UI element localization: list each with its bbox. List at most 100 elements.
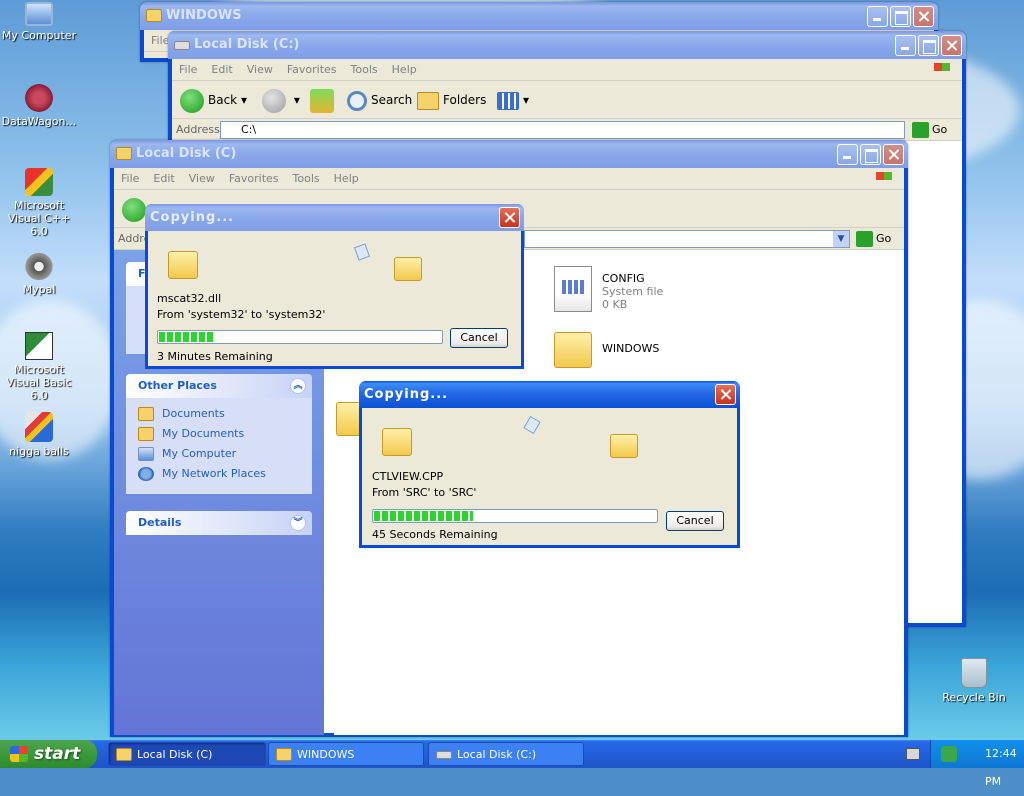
close-button[interactable] xyxy=(913,6,934,27)
folder-icon xyxy=(554,332,592,368)
folders-button[interactable]: Folders xyxy=(417,87,486,113)
minimize-button[interactable] xyxy=(895,35,916,56)
taskbar-item-local-disk-c[interactable]: Local Disk (C) xyxy=(108,742,266,766)
copy-dialog-mscat32[interactable]: Copying... mscat32.dll From 'system32' t… xyxy=(145,204,524,369)
copy-progress-bar xyxy=(372,509,658,523)
folder-icon xyxy=(116,147,132,160)
copy-dialog-ctlview[interactable]: Copying... CTLVIEW.CPP From 'SRC' to 'SR… xyxy=(359,381,740,548)
back-arrow-icon xyxy=(122,197,146,222)
menu-tools[interactable]: Tools xyxy=(286,168,327,190)
window-titlebar[interactable]: WINDOWS xyxy=(140,2,938,30)
go-label: Go xyxy=(876,232,892,245)
menu-edit[interactable]: Edit xyxy=(204,59,239,81)
source-folder-icon xyxy=(168,251,198,279)
desktop-icon-mypal[interactable]: Mypal xyxy=(0,250,79,296)
maximize-button[interactable] xyxy=(890,6,911,27)
collapse-chevron-icon[interactable]: ︽ xyxy=(290,378,306,394)
file-name: CONFIG xyxy=(602,272,645,285)
menu-file[interactable]: File xyxy=(114,168,146,190)
flying-document-icon xyxy=(523,415,541,435)
flying-document-icon xyxy=(353,243,371,261)
tray-update-icon[interactable] xyxy=(941,746,957,762)
close-button[interactable] xyxy=(941,35,962,56)
address-input[interactable]: ▼ xyxy=(524,230,850,248)
keyboard-tray-icon[interactable] xyxy=(906,748,920,760)
desktop-icon-visual-cpp[interactable]: Microsoft Visual C++ 6.0 xyxy=(0,168,79,238)
my-computer-icon xyxy=(25,2,53,26)
menu-help[interactable]: Help xyxy=(327,168,366,190)
link-label: My Network Places xyxy=(162,467,266,480)
dropdown-arrow-icon[interactable]: ▼ xyxy=(833,231,849,247)
up-folder-button[interactable] xyxy=(310,87,334,113)
file-item-config[interactable]: CONFIG System file 0 KB xyxy=(554,266,774,316)
progress-fill xyxy=(374,511,473,521)
expand-chevron-icon[interactable]: ︾ xyxy=(290,515,306,531)
window-titlebar[interactable]: Local Disk (C:) xyxy=(168,31,966,59)
close-button[interactable] xyxy=(883,144,904,165)
details-title: Details xyxy=(138,516,182,529)
close-button[interactable] xyxy=(499,207,520,228)
go-button[interactable]: Go xyxy=(856,230,891,248)
menu-favorites[interactable]: Favorites xyxy=(222,168,286,190)
link-label: My Computer xyxy=(162,447,237,460)
cancel-button[interactable]: Cancel xyxy=(666,511,724,531)
menu-file[interactable]: File xyxy=(172,59,204,81)
details-header[interactable]: Details ︾ xyxy=(126,511,312,535)
menu-tools[interactable]: Tools xyxy=(344,59,385,81)
desktop-icon-my-computer[interactable]: My Computer xyxy=(0,2,79,42)
taskbar-item-windows[interactable]: WINDOWS xyxy=(268,742,424,766)
file-size: 0 KB xyxy=(602,298,628,311)
search-icon xyxy=(347,90,367,111)
copy-progress-bar xyxy=(157,330,443,344)
maximize-button[interactable] xyxy=(860,144,881,165)
desktop-icon-visual-basic[interactable]: Microsoft Visual Basic 6.0 xyxy=(0,332,79,402)
menu-view[interactable]: View xyxy=(240,59,280,81)
desktop-icon-datawagon[interactable]: DataWagon… xyxy=(0,84,79,128)
minimize-button[interactable] xyxy=(867,6,888,27)
search-button[interactable]: Search xyxy=(347,87,412,113)
other-places-documents[interactable]: Documents xyxy=(126,404,312,424)
paint-brush-icon xyxy=(25,412,53,442)
progress-fill xyxy=(159,332,216,342)
start-button[interactable]: start xyxy=(0,740,97,768)
my-computer-icon xyxy=(138,447,154,461)
other-places-my-network-places[interactable]: My Network Places xyxy=(126,464,312,484)
desktop-icon-label: nigga balls xyxy=(9,445,69,458)
back-button[interactable]: Back ▾ xyxy=(180,87,247,113)
network-places-icon xyxy=(138,467,154,481)
desktop-icon-recycle-bin[interactable]: Recycle Bin xyxy=(934,658,1014,704)
taskbar-item-local-disk-c-colon[interactable]: Local Disk (C:) xyxy=(428,742,584,766)
other-places-my-computer[interactable]: My Computer xyxy=(126,444,312,464)
cancel-button[interactable]: Cancel xyxy=(450,328,508,348)
file-name: WINDOWS xyxy=(602,342,660,355)
maximize-button[interactable] xyxy=(918,35,939,56)
windows-flag-icon xyxy=(10,746,28,762)
minimize-button[interactable] xyxy=(837,144,858,165)
dialog-title: Copying... xyxy=(150,210,235,225)
desktop-icon-paint[interactable]: nigga balls xyxy=(0,412,79,458)
other-places-header[interactable]: Other Places ︽ xyxy=(126,374,312,398)
other-places-my-documents[interactable]: My Documents xyxy=(126,424,312,444)
menu-help[interactable]: Help xyxy=(385,59,424,81)
window-title: Local Disk (C:) xyxy=(194,37,300,52)
window-titlebar[interactable]: Local Disk (C) xyxy=(110,140,908,168)
menu-view[interactable]: View xyxy=(182,168,222,190)
address-input[interactable]: C:\ xyxy=(220,121,905,139)
dialog-titlebar[interactable]: Copying... xyxy=(359,381,740,408)
copy-from-to: From 'SRC' to 'SRC' xyxy=(372,486,477,499)
back-label: Back xyxy=(208,93,238,107)
views-button[interactable]: ▾ xyxy=(497,87,529,113)
my-documents-icon xyxy=(138,427,154,441)
desktop-icon-label: Microsoft Visual Basic 6.0 xyxy=(6,363,72,402)
menu-edit[interactable]: Edit xyxy=(146,168,181,190)
go-button[interactable]: Go xyxy=(912,121,947,139)
copy-filename: CTLVIEW.CPP xyxy=(372,470,444,483)
task-label: Local Disk (C) xyxy=(137,748,213,761)
forward-button[interactable]: ▾ xyxy=(262,87,300,113)
dialog-titlebar[interactable]: Copying... xyxy=(145,204,524,231)
details-panel: Details ︾ xyxy=(126,511,312,535)
menu-favorites[interactable]: Favorites xyxy=(280,59,344,81)
file-item-windows-folder[interactable]: WINDOWS xyxy=(554,330,774,374)
close-button[interactable] xyxy=(715,384,736,405)
folders-label: Folders xyxy=(443,93,487,107)
